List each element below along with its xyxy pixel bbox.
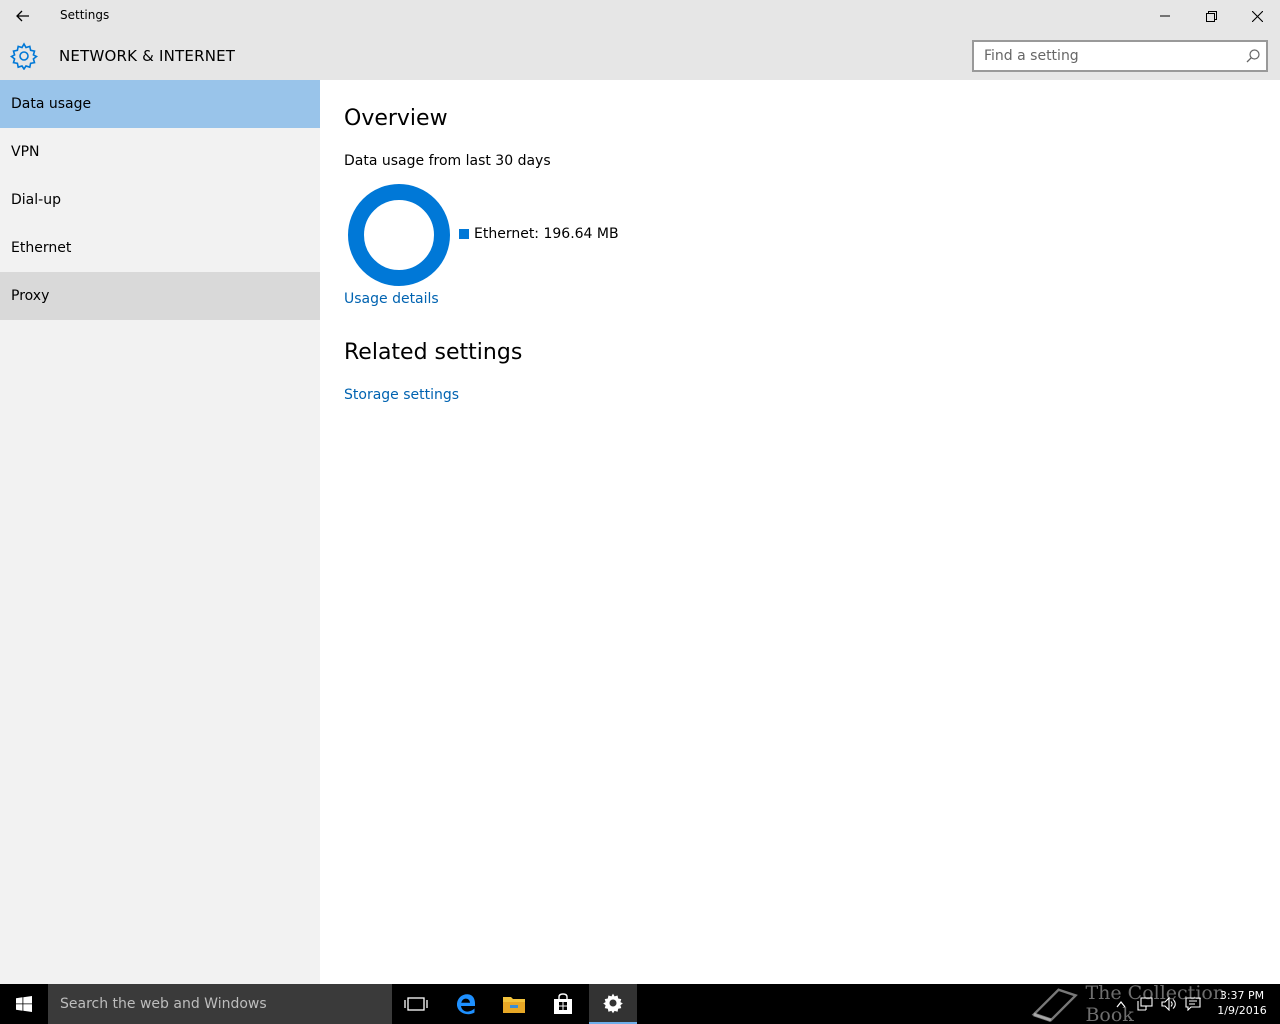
sidebar-item-data-usage[interactable]: Data usage bbox=[0, 80, 320, 128]
restore-button[interactable] bbox=[1188, 0, 1234, 32]
legend-swatch-ethernet bbox=[459, 229, 469, 239]
volume-tray-button[interactable] bbox=[1158, 984, 1180, 1024]
related-settings-heading: Related settings bbox=[344, 340, 523, 365]
sidebar-item-label: Ethernet bbox=[11, 240, 72, 256]
data-usage-donut-chart bbox=[348, 184, 450, 286]
network-tray-button[interactable] bbox=[1134, 984, 1156, 1024]
sidebar-item-proxy[interactable]: Proxy bbox=[0, 272, 320, 320]
sidebar-item-vpn[interactable]: VPN bbox=[0, 128, 320, 176]
action-center-button[interactable] bbox=[1182, 984, 1204, 1024]
chevron-up-icon bbox=[1116, 1000, 1126, 1007]
sidebar-item-label: Proxy bbox=[11, 288, 50, 304]
section-title: NETWORK & INTERNET bbox=[59, 47, 236, 65]
speaker-icon bbox=[1161, 997, 1176, 1011]
taskbar-search-placeholder: Search the web and Windows bbox=[60, 996, 267, 1012]
settings-search-input[interactable] bbox=[974, 42, 1234, 70]
show-hidden-icons-button[interactable] bbox=[1112, 984, 1130, 1024]
gear-icon bbox=[10, 42, 38, 70]
close-button[interactable] bbox=[1234, 0, 1280, 32]
edge-browser-button[interactable] bbox=[442, 984, 490, 1024]
storage-settings-link[interactable]: Storage settings bbox=[344, 387, 459, 403]
sidebar-item-ethernet[interactable]: Ethernet bbox=[0, 224, 320, 272]
sidebar-item-label: VPN bbox=[11, 144, 40, 160]
store-bag-icon bbox=[554, 993, 572, 1014]
edge-icon bbox=[456, 994, 476, 1015]
page-header: NETWORK & INTERNET bbox=[0, 32, 1280, 80]
task-view-button[interactable] bbox=[392, 984, 440, 1024]
restore-icon bbox=[1205, 10, 1217, 22]
legend-label-ethernet: Ethernet: 196.64 MB bbox=[474, 226, 619, 242]
clock-date: 1/9/2016 bbox=[1217, 1004, 1267, 1017]
notification-icon bbox=[1185, 997, 1201, 1011]
sidebar-item-label: Dial-up bbox=[11, 192, 61, 208]
chart-legend: Ethernet: 196.64 MB bbox=[459, 226, 619, 242]
minimize-icon bbox=[1160, 15, 1170, 17]
file-explorer-button[interactable] bbox=[490, 984, 538, 1024]
settings-taskbar-button[interactable] bbox=[589, 984, 637, 1024]
windows-logo-icon bbox=[16, 996, 32, 1012]
overview-heading: Overview bbox=[344, 106, 448, 131]
folder-icon bbox=[503, 997, 525, 1013]
clock-time: 3:37 PM bbox=[1219, 989, 1265, 1002]
taskbar-clock[interactable]: 3:37 PM 1/9/2016 bbox=[1210, 988, 1274, 1018]
back-button[interactable] bbox=[0, 0, 46, 32]
sidebar-item-label: Data usage bbox=[11, 96, 92, 112]
donut-ring-ethernet bbox=[348, 184, 450, 286]
back-arrow-icon bbox=[16, 10, 29, 22]
task-view-icon bbox=[404, 997, 428, 1011]
sidebar-item-dial-up[interactable]: Dial-up bbox=[0, 176, 320, 224]
store-button[interactable] bbox=[539, 984, 587, 1024]
taskbar-search-box[interactable]: Search the web and Windows bbox=[48, 984, 392, 1024]
settings-gear-icon bbox=[603, 993, 623, 1014]
search-icon[interactable] bbox=[1246, 49, 1260, 63]
main-content: Overview Data usage from last 30 days Et… bbox=[320, 80, 1280, 984]
title-bar: Settings bbox=[0, 0, 1280, 32]
sidebar: Data usage VPN Dial-up Ethernet Proxy bbox=[0, 80, 320, 984]
window-title: Settings bbox=[60, 8, 110, 22]
book-icon bbox=[1031, 988, 1078, 1022]
start-button[interactable] bbox=[0, 984, 48, 1024]
minimize-button[interactable] bbox=[1142, 0, 1188, 32]
close-icon bbox=[1251, 10, 1263, 22]
settings-search-box[interactable] bbox=[972, 40, 1268, 72]
usage-details-link[interactable]: Usage details bbox=[344, 291, 439, 307]
taskbar: Search the web and Windows The Collectio… bbox=[0, 982, 1280, 1024]
network-icon bbox=[1137, 997, 1153, 1011]
usage-subtitle: Data usage from last 30 days bbox=[344, 153, 551, 169]
